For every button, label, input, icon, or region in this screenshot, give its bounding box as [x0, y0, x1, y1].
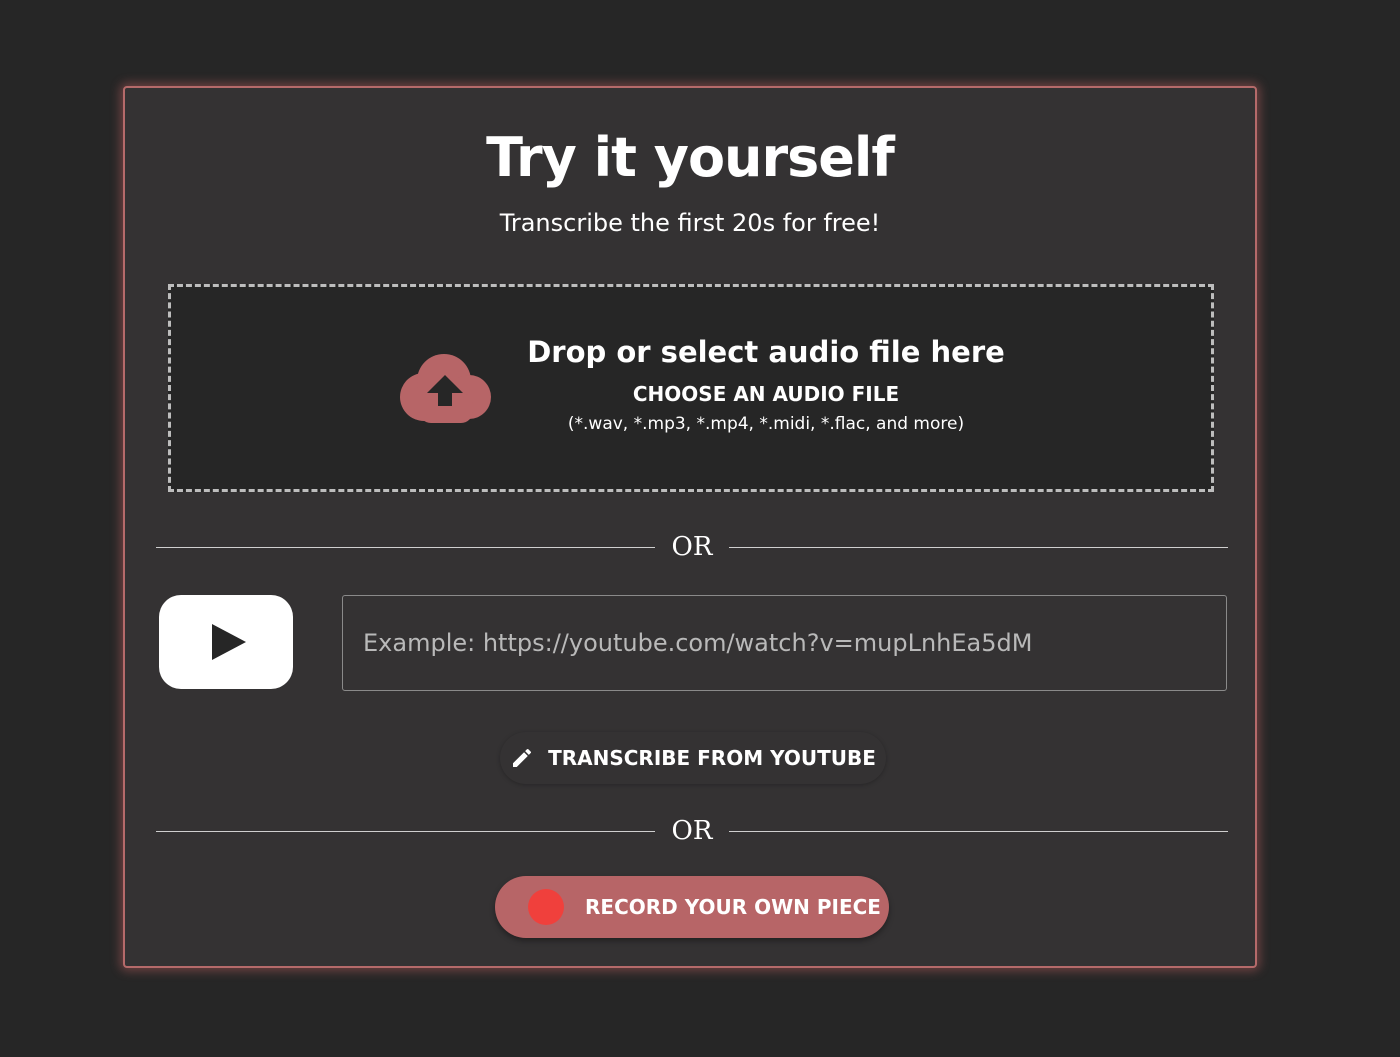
cloud-upload-icon — [400, 354, 491, 423]
pencil-icon — [513, 748, 532, 767]
page-subtitle: Transcribe the first 20s for free! — [499, 209, 881, 237]
or-divider-2: OR — [156, 816, 1228, 846]
or-divider-1: OR — [156, 532, 1228, 562]
transcribe-button-label: TRANSCRIBE FROM YOUTUBE — [548, 746, 876, 770]
audio-dropzone[interactable]: Drop or select audio file here CHOOSE AN… — [168, 284, 1214, 492]
divider-line — [729, 547, 1228, 548]
dropzone-text: Drop or select audio file here CHOOSE AN… — [526, 333, 1006, 435]
transcribe-from-youtube-button[interactable]: TRANSCRIBE FROM YOUTUBE — [500, 732, 886, 784]
supported-formats: (*.wav, *.mp3, *.mp4, *.midi, *.flac, an… — [567, 414, 965, 434]
record-your-own-piece-button[interactable]: RECORD YOUR OWN PIECE — [495, 876, 889, 938]
divider-line — [729, 831, 1228, 832]
youtube-logo-icon — [159, 595, 293, 689]
record-button-label: RECORD YOUR OWN PIECE — [585, 895, 881, 919]
page-title: Try it yourself — [486, 126, 895, 189]
dropzone-heading: Drop or select audio file here — [527, 335, 1005, 369]
choose-audio-file-link[interactable]: CHOOSE AN AUDIO FILE — [526, 381, 1006, 407]
try-it-card: Try it yourself Transcribe the first 20s… — [123, 86, 1257, 968]
youtube-url-input[interactable] — [342, 595, 1227, 691]
record-dot-icon — [528, 889, 564, 925]
